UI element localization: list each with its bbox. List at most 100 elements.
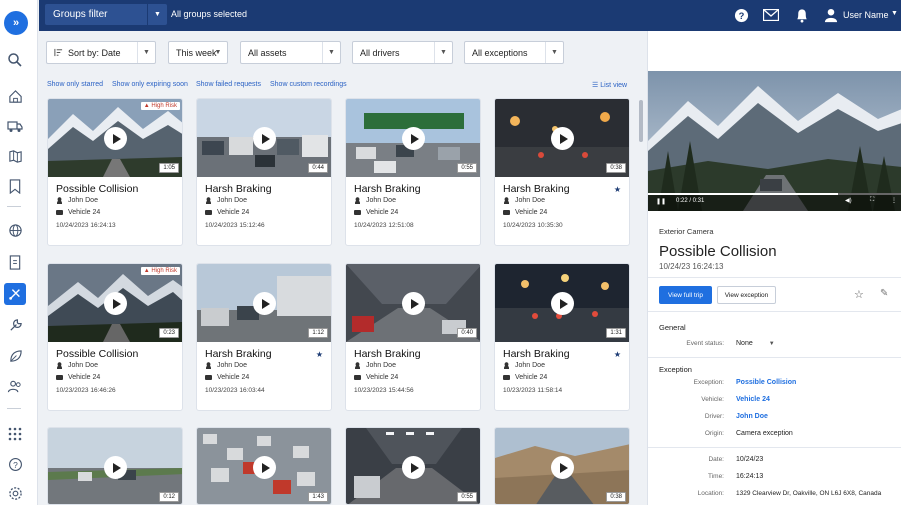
video-thumbnail[interactable]: 1:05 ▲ High Risk <box>48 99 182 177</box>
risk-label: High Risk <box>151 103 177 109</box>
star-icon[interactable]: ★ <box>614 185 621 194</box>
truck-icon[interactable] <box>5 116 25 136</box>
list-view-button[interactable]: ☰ List view <box>592 81 627 89</box>
svg-text:?: ? <box>13 459 18 469</box>
play-icon[interactable] <box>551 456 574 479</box>
view-full-trip-button[interactable]: View full trip <box>659 286 712 304</box>
view-exception-button[interactable]: View exception <box>717 286 776 304</box>
video-thumbnail[interactable]: 1:12 <box>197 264 331 342</box>
user-name[interactable]: User Name <box>843 10 889 20</box>
video-thumbnail[interactable]: 0:38 <box>495 428 629 504</box>
help-icon[interactable]: ? <box>5 454 25 474</box>
leaf-icon[interactable] <box>5 346 25 366</box>
expand-rail-button[interactable]: » <box>4 11 28 35</box>
event-card[interactable]: 0:23 ▲ High Risk Possible Collision John Do… <box>47 263 183 411</box>
bell-icon[interactable] <box>794 7 810 23</box>
event-card[interactable]: 0:38 <box>494 427 630 505</box>
video-thumbnail[interactable]: 0:55 <box>346 99 480 177</box>
bookmark-icon[interactable] <box>5 176 25 196</box>
sort-dropdown[interactable]: Sort by: Date ▼ <box>46 41 156 64</box>
card-driver: John Doe <box>205 362 247 369</box>
fullscreen-icon[interactable]: ⛶ <box>870 197 874 204</box>
video-player[interactable]: ❚❚ 0:22 / 0:31 ◀) ⛶ ⋮ <box>648 71 901 211</box>
chevron-down-icon[interactable]: ▼ <box>147 4 167 25</box>
detail-link[interactable]: John Doe <box>736 413 768 420</box>
more-icon[interactable]: ⋮ <box>891 197 897 204</box>
period-dropdown[interactable]: This week ▼ <box>168 41 228 64</box>
video-thumbnail[interactable]: 0:12 <box>48 428 182 504</box>
duration-badge: 1:05 <box>159 163 179 173</box>
video-progress[interactable] <box>648 193 901 195</box>
event-icon[interactable] <box>4 283 26 305</box>
show-failed-link[interactable]: Show failed requests <box>196 81 261 88</box>
event-status-select[interactable]: None ▼ <box>736 340 775 347</box>
detail-value: 1329 Clearview Dr, Oakville, ON L6J 6X8,… <box>736 490 882 497</box>
video-thumbnail[interactable]: 0:23 ▲ High Risk <box>48 264 182 342</box>
video-thumbnail[interactable]: 0:55 <box>346 428 480 504</box>
show-custom-link[interactable]: Show custom recordings <box>270 81 347 88</box>
warning-icon: ▲ <box>143 103 150 109</box>
card-date: 10/23/2023 16:46:26 <box>56 387 116 394</box>
play-icon[interactable] <box>104 456 127 479</box>
play-icon[interactable] <box>402 127 425 150</box>
grid-scrollbar[interactable] <box>639 100 643 142</box>
event-card[interactable]: 0:12 <box>47 427 183 505</box>
truck-icon <box>354 210 361 215</box>
play-icon[interactable] <box>551 292 574 315</box>
detail-link[interactable]: Vehicle 24 <box>736 396 770 403</box>
star-icon[interactable]: ☆ <box>854 288 864 301</box>
event-card[interactable]: 0:38 Harsh Braking ★ John Doe Vehicle 24 10/2… <box>494 98 630 246</box>
user-icon[interactable] <box>823 7 839 23</box>
detail-link[interactable]: Possible Collision <box>736 379 796 386</box>
event-card[interactable]: 1:12 Harsh Braking ★ John Doe Vehicle 24 10/2… <box>196 263 332 411</box>
star-icon[interactable]: ★ <box>316 350 323 359</box>
event-card[interactable]: 1:05 ▲ High Risk Possible Collision John Do… <box>47 98 183 246</box>
mail-icon[interactable] <box>763 7 779 23</box>
video-thumbnail[interactable]: 1:43 <box>197 428 331 504</box>
globe-icon[interactable] <box>5 220 25 240</box>
map-icon[interactable] <box>5 146 25 166</box>
play-icon[interactable] <box>551 127 574 150</box>
search-icon[interactable] <box>5 50 25 70</box>
event-detail-panel: ❚❚ 0:22 / 0:31 ◀) ⛶ ⋮ Exterior Camera Po… <box>647 31 901 505</box>
pause-icon[interactable]: ❚❚ <box>656 198 666 205</box>
video-thumbnail[interactable]: 0:38 <box>495 99 629 177</box>
play-icon[interactable] <box>253 292 276 315</box>
edit-icon[interactable]: ✎ <box>880 288 888 299</box>
driver-icon <box>205 197 212 204</box>
play-icon[interactable] <box>253 456 276 479</box>
video-thumbnail[interactable]: 1:31 <box>495 264 629 342</box>
people-icon[interactable] <box>5 376 25 396</box>
event-card[interactable]: 1:43 <box>196 427 332 505</box>
home-icon[interactable] <box>5 86 25 106</box>
event-card[interactable]: 1:31 Harsh Braking ★ John Doe Vehicle 24 10/2… <box>494 263 630 411</box>
show-expiring-link[interactable]: Show only expiring soon <box>112 81 188 88</box>
chevron-down-icon[interactable]: ▼ <box>891 10 898 17</box>
video-thumbnail[interactable]: 0:40 <box>346 264 480 342</box>
settings-icon[interactable] <box>5 483 25 503</box>
event-card[interactable]: 0:44 Harsh Braking John Doe Vehicle 24 10/24… <box>196 98 332 246</box>
play-icon[interactable] <box>402 292 425 315</box>
event-card[interactable]: 0:55 Harsh Braking John Doe Vehicle 24 10/24… <box>345 98 481 246</box>
rail-divider <box>7 408 21 409</box>
divider <box>648 311 901 312</box>
wrench-icon[interactable] <box>5 315 25 335</box>
video-thumbnail[interactable]: 0:44 <box>197 99 331 177</box>
apps-icon[interactable] <box>5 424 25 444</box>
divider <box>648 447 901 448</box>
play-icon[interactable] <box>253 127 276 150</box>
assets-dropdown[interactable]: All assets ▼ <box>240 41 341 64</box>
volume-icon[interactable]: ◀) <box>845 197 852 204</box>
event-card[interactable]: 0:40 Harsh Braking John Doe Vehicle 24 10/23… <box>345 263 481 411</box>
play-icon[interactable] <box>104 127 127 150</box>
play-icon[interactable] <box>104 292 127 315</box>
card-date: 10/23/2023 11:58:14 <box>503 387 563 394</box>
event-card[interactable]: 0:55 <box>345 427 481 505</box>
play-icon[interactable] <box>402 456 425 479</box>
drivers-dropdown[interactable]: All drivers ▼ <box>352 41 453 64</box>
help-icon[interactable]: ? <box>733 7 749 23</box>
show-starred-link[interactable]: Show only starred <box>47 81 103 88</box>
star-icon[interactable]: ★ <box>614 350 621 359</box>
exceptions-dropdown[interactable]: All exceptions ▼ <box>464 41 564 64</box>
report-icon[interactable] <box>5 252 25 272</box>
